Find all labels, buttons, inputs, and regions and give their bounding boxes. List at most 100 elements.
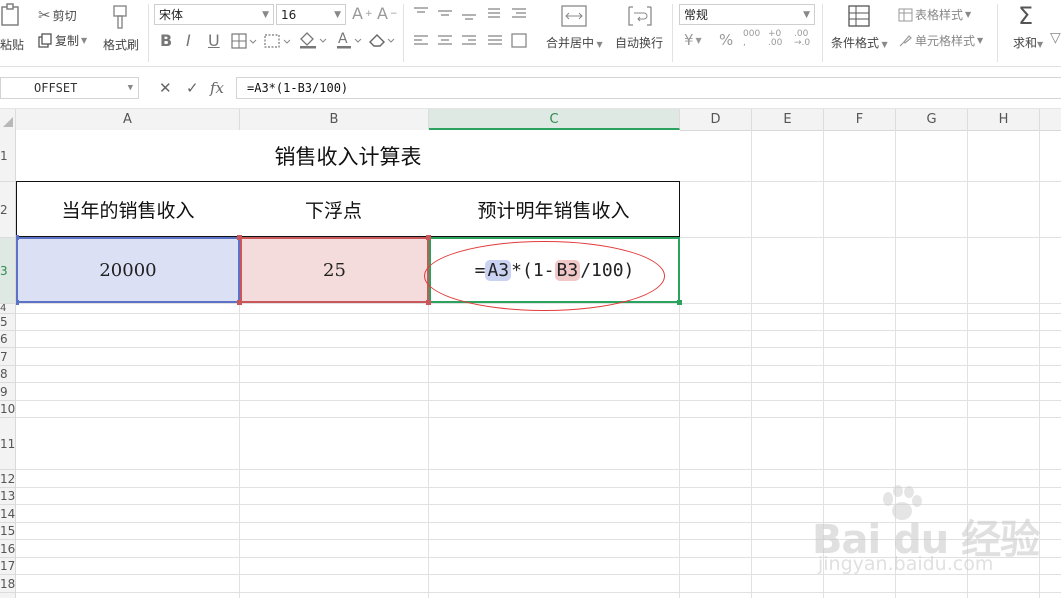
row-header-1[interactable]: 1 (0, 130, 15, 182)
row-header-11[interactable]: 11 (0, 418, 15, 470)
auto-wrap-button[interactable]: 自动换行 (615, 34, 663, 51)
header-cell-b2[interactable]: 下浮点 (239, 181, 429, 237)
range-handle[interactable] (237, 235, 242, 240)
font-name-value: 宋体 (159, 8, 184, 22)
brush-icon (113, 5, 127, 29)
gridline (16, 417, 1061, 418)
header-cell-c2[interactable]: 预计明年销售收入 (428, 181, 680, 237)
font-size-select[interactable]: 16 ▼ (276, 4, 346, 25)
cell-a3[interactable]: 20000 (16, 237, 240, 303)
cancel-icon[interactable]: ✕ (159, 79, 172, 97)
sum-icon[interactable]: Σ (1018, 2, 1033, 30)
divider (403, 4, 404, 62)
row-header-9[interactable]: 9 (0, 383, 15, 401)
column-header-d[interactable]: D (680, 109, 752, 130)
row-header-16[interactable]: 16 (0, 540, 15, 558)
row-headers: 1 2 3 4 5 6 7 8 9 10 11 12 13 14 15 16 1… (0, 130, 16, 598)
chevron-down-icon: ▼ (127, 83, 133, 93)
confirm-icon[interactable]: ✓ (186, 79, 199, 97)
increase-decimal-icon[interactable]: +0.00 (768, 30, 782, 48)
copy-icon (38, 33, 52, 48)
increase-font-icon[interactable]: A + (352, 4, 373, 23)
cut-button[interactable]: ✂ 剪切 (38, 6, 77, 24)
copy-button[interactable]: 复制 ▼ (38, 32, 87, 49)
row-header-18[interactable]: 18 (0, 575, 15, 593)
conditional-format-button[interactable]: 条件格式 ▼ (831, 34, 888, 51)
cell-type-button[interactable] (264, 33, 292, 53)
svg-text:A: A (338, 31, 348, 47)
underline-icon[interactable]: U (208, 31, 220, 50)
cell-style-icon (899, 34, 912, 46)
row-header-10[interactable]: 10 (0, 401, 15, 418)
cell-b3[interactable]: 25 (240, 237, 429, 303)
range-handle[interactable] (237, 300, 242, 305)
column-header-i[interactable] (1040, 109, 1061, 130)
merge-cells-icon (561, 5, 587, 27)
column-header-b[interactable]: B (240, 109, 429, 130)
merge-center-button[interactable]: 合并居中 ▼ (546, 34, 603, 51)
row-header-15[interactable]: 15 (0, 523, 15, 540)
thousands-icon[interactable]: 000, (743, 30, 760, 48)
format-painter-button[interactable] (110, 4, 130, 34)
column-header-h[interactable]: H (968, 109, 1040, 130)
paste-button[interactable] (0, 3, 22, 31)
header-cell-a2[interactable]: 当年的销售收入 (16, 181, 240, 237)
gridline (16, 347, 1061, 348)
filter-icon[interactable]: ▽ (1050, 30, 1061, 46)
range-handle[interactable] (16, 300, 19, 305)
percent-icon[interactable]: % (719, 31, 733, 49)
row-header-4[interactable]: 4 (0, 303, 15, 314)
table-style-button[interactable]: 表格样式 ▼ (898, 6, 971, 23)
row-header-6[interactable]: 6 (0, 331, 15, 348)
fill-color-button[interactable] (298, 31, 328, 53)
font-color-button[interactable]: A (335, 30, 363, 54)
conditional-format-label: 条件格式 (831, 36, 880, 50)
cell-style-button[interactable]: 单元格样式 ▼ (898, 32, 983, 49)
name-box[interactable]: OFFSET ▼ (0, 77, 139, 99)
column-header-c[interactable]: C (429, 109, 680, 130)
fill-handle[interactable] (677, 300, 682, 305)
range-handle[interactable] (16, 235, 19, 240)
row-header-17[interactable]: 17 (0, 558, 15, 575)
auto-wrap-icon-wrap[interactable] (627, 5, 653, 31)
decrease-font-icon[interactable]: A − (377, 4, 398, 23)
name-box-value: OFFSET (34, 81, 78, 95)
column-header-f[interactable]: F (824, 109, 896, 130)
table-style-label: 表格样式 (915, 8, 964, 22)
italic-icon[interactable]: I (186, 31, 191, 50)
format-painter-label: 格式刷 (103, 38, 140, 52)
select-all-corner[interactable] (0, 109, 16, 130)
row-header-5[interactable]: 5 (0, 314, 15, 331)
font-name-select[interactable]: 宋体 ▼ (154, 4, 274, 25)
column-header-g[interactable]: G (896, 109, 968, 130)
insert-function-icon[interactable]: fx (210, 79, 224, 97)
currency-icon[interactable]: ¥ ▼ (684, 31, 702, 49)
merge-center-icon-wrap[interactable] (561, 5, 587, 31)
column-header-a[interactable]: A (16, 109, 240, 130)
row-header-8[interactable]: 8 (0, 366, 15, 383)
range-handle[interactable] (426, 235, 431, 240)
clear-button[interactable] (368, 31, 396, 53)
sum-button[interactable]: 求和▼ (1013, 34, 1043, 51)
row-header-13[interactable]: 13 (0, 488, 15, 505)
merge-center-label: 合并居中 (546, 36, 595, 50)
row-header-7[interactable]: 7 (0, 348, 15, 366)
align-buttons-bottom[interactable] (412, 33, 532, 53)
divider (148, 4, 149, 62)
number-format-select[interactable]: 常规 ▼ (679, 4, 815, 25)
row-header-2[interactable]: 2 (0, 182, 15, 238)
row-header-14[interactable]: 14 (0, 505, 15, 523)
row-header-3[interactable]: 3 (0, 238, 15, 304)
sheet-title-cell[interactable]: 销售收入计算表 (16, 130, 680, 181)
cell-type-icon (264, 34, 291, 48)
range-handle[interactable] (426, 300, 431, 305)
align-buttons-top[interactable] (412, 6, 532, 26)
row-header-12[interactable]: 12 (0, 470, 15, 488)
conditional-format-icon-wrap[interactable] (848, 5, 870, 31)
annotation-oval (424, 241, 665, 311)
column-header-e[interactable]: E (752, 109, 824, 130)
bold-icon[interactable]: B (160, 31, 172, 50)
border-button[interactable] (231, 33, 257, 53)
decrease-decimal-icon[interactable]: .00 →.0 (794, 30, 810, 48)
formula-input[interactable]: =A3*(1-B3/100) (236, 77, 1061, 99)
